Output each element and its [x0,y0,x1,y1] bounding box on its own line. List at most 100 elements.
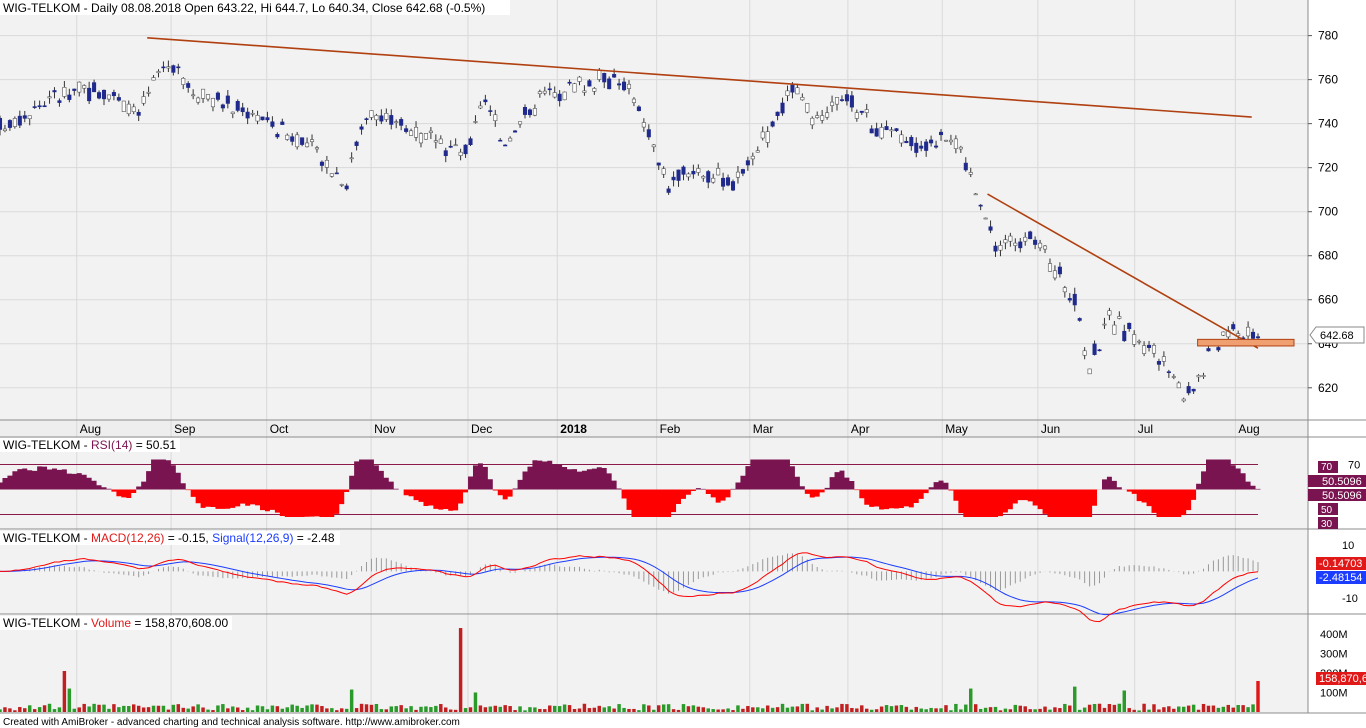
candle-body [750,155,755,160]
volume-bar [656,705,661,712]
volume-bar [983,707,988,712]
volume-bar [424,706,428,712]
candle-body [943,139,949,142]
volume-bar [765,705,770,712]
volume-bar [850,708,854,712]
candle-body [1206,348,1211,352]
candle-body [592,88,597,92]
volume-bar [760,708,765,712]
volume-bar [869,709,874,712]
candle-body [1112,324,1117,335]
volume-bar [97,704,101,712]
volume-bar [483,707,488,712]
candle-body [938,131,944,136]
volume-bar [1256,680,1260,712]
volume-bar [557,706,562,712]
candle-body [488,110,493,112]
candle-body [131,106,136,112]
candle-body [309,139,315,142]
volume-bar [310,704,314,712]
volume-bar [889,706,894,712]
month-label: Apr [851,422,870,436]
candle-body [364,118,369,120]
date-axis [0,420,1308,437]
volume-bar [800,703,805,712]
volume-bar [1241,705,1245,712]
volume-bar [419,706,423,712]
candle-body [97,92,102,99]
candle-body [47,96,52,99]
candle-body [215,92,220,100]
support-zone[interactable] [1197,338,1295,347]
month-label: Dec [471,422,492,436]
volume-bar [141,707,146,712]
candle-body [909,137,914,147]
candle-body [547,88,552,91]
candle-body [210,98,215,108]
candle-body [973,193,978,196]
candle-body [27,115,32,120]
candle-body [929,139,934,144]
volume-tick-label: 100M [1320,687,1348,699]
volume-bar [1142,703,1146,712]
price-tick-label: 700 [1318,205,1338,219]
candle-body [404,128,409,132]
candle-body [839,99,844,101]
volume-bar [538,708,542,712]
volume-bar [52,709,57,712]
volume-bar [820,709,824,712]
volume-bar [136,705,141,712]
candle-body [409,130,414,136]
candle-body [671,176,676,181]
volume-bar [607,706,611,712]
volume-bar [780,703,785,712]
volume-bar [1023,706,1027,712]
price-pane[interactable] [0,0,1308,420]
candle-body [1196,375,1201,378]
volume-bar [255,705,260,712]
volume-bar [1132,709,1136,712]
candle-body [0,117,3,130]
volume-bar [1008,709,1013,712]
candle-body [1221,331,1226,336]
candle-body [354,141,359,146]
month-label: Oct [270,422,289,436]
volume-bar [434,705,438,712]
volume-bar [468,707,473,712]
candle-body [612,74,617,78]
volume-bar [706,708,710,712]
candle-body [285,134,290,140]
candle-body [1117,316,1122,319]
candle-body [205,94,211,100]
candle-body [240,107,245,113]
candle-body [483,99,488,103]
volume-bar [790,706,795,712]
rsi-axis-ticks: 70 [1348,460,1360,472]
volume-bar [810,710,814,712]
volume-bar [1117,703,1122,712]
volume-bar [156,705,161,712]
volume-bar [444,707,448,712]
volume-bar [112,704,116,712]
candle-body [468,138,473,146]
candle-body [433,140,438,143]
candle-body [314,147,320,150]
volume-bar [1028,709,1032,712]
volume-bar [1157,709,1161,712]
candle-body [597,69,602,80]
volume-bar [533,707,537,712]
volume-bar [1186,705,1191,712]
volume-bar [473,692,478,712]
volume-bar [488,706,493,712]
candle-body [780,102,785,114]
volume-bar [399,705,403,712]
volume-bar [914,706,918,712]
volume-bar [250,710,255,712]
month-label: 2018 [560,422,587,436]
candle-body [622,81,627,91]
candle-body [151,77,156,81]
volume-bar [666,704,671,712]
candle-body [67,94,72,100]
volume-bar [751,707,755,712]
candle-body [280,121,285,125]
